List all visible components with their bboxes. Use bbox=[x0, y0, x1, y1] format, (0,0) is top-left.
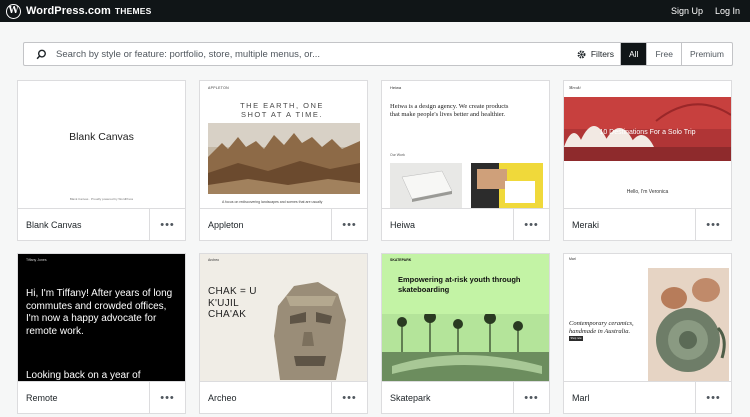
filters-button[interactable]: Filters bbox=[576, 49, 614, 60]
preview-more-text: Looking back on a year of bbox=[26, 370, 141, 381]
skatepark-image bbox=[382, 314, 549, 381]
theme-card[interactable]: Blank Canvas Blank Canvas · Proudly powe… bbox=[17, 80, 186, 241]
search-box: Filters bbox=[23, 42, 623, 66]
preview-brand: SKATEPARK bbox=[390, 258, 412, 262]
theme-card[interactable]: Tiffany Jones Hi, I'm Tiffany! After yea… bbox=[17, 253, 186, 414]
more-options-button[interactable]: ••• bbox=[149, 382, 185, 413]
theme-card[interactable]: Meraki 10 Destinations For a Solo Trip H… bbox=[563, 80, 732, 241]
theme-card[interactable]: SKATEPARK Empowering at-risk youth throu… bbox=[381, 253, 550, 414]
theme-name: Blank Canvas bbox=[26, 219, 82, 230]
theme-name: Appleton bbox=[208, 219, 244, 230]
preview-shop-button: Shop now bbox=[569, 336, 583, 341]
theme-card[interactable]: Heiwa Heiwa is a design agency. We creat… bbox=[381, 80, 550, 241]
theme-preview[interactable]: SKATEPARK Empowering at-risk youth throu… bbox=[382, 254, 549, 381]
search-row: Filters All Free Premium bbox=[17, 42, 735, 66]
more-options-button[interactable]: ••• bbox=[513, 209, 549, 240]
preview-caption: A focus on rediscovering landscapes and … bbox=[222, 200, 323, 204]
preview-title: 10 Destinations For a Solo Trip bbox=[599, 129, 696, 136]
preview-title: Contemporary ceramics, handmade in Austr… bbox=[569, 320, 634, 335]
theme-card[interactable]: Marl Contemporary ceramics, handmade in … bbox=[563, 253, 732, 414]
portfolio-image-book bbox=[390, 163, 462, 208]
preview-section: Our Work bbox=[390, 153, 405, 157]
preview-title: Empowering at-risk youth through skatebo… bbox=[398, 275, 521, 294]
theme-name: Archeo bbox=[208, 392, 237, 403]
theme-name: Remote bbox=[26, 392, 58, 403]
desert-landscape-image bbox=[208, 123, 360, 194]
theme-preview[interactable]: Archeo CHAK = U K'UJIL CHA'AK bbox=[200, 254, 367, 381]
more-options-button[interactable]: ••• bbox=[513, 382, 549, 413]
theme-preview[interactable]: Tiffany Jones Hi, I'm Tiffany! After yea… bbox=[18, 254, 185, 381]
portfolio-image-yellow bbox=[471, 163, 543, 208]
stone-sculpture-image bbox=[274, 282, 346, 380]
theme-name: Marl bbox=[572, 392, 590, 403]
preview-brand: Meraki bbox=[569, 85, 581, 90]
preview-title: Hi, I'm Tiffany! After years of long com… bbox=[26, 288, 173, 337]
preview-title: Blank Canvas bbox=[69, 131, 134, 143]
ceramics-image bbox=[648, 268, 729, 381]
preview-brand: Heiwa bbox=[390, 85, 402, 90]
theme-name: Heiwa bbox=[390, 219, 416, 230]
preview-brand: Marl bbox=[569, 257, 576, 261]
preview-title: Heiwa is a design agency. We create prod… bbox=[390, 103, 509, 118]
theme-name: Meraki bbox=[572, 219, 600, 230]
theme-preview[interactable]: Marl Contemporary ceramics, handmade in … bbox=[564, 254, 731, 381]
more-options-button[interactable]: ••• bbox=[695, 382, 731, 413]
more-options-button[interactable]: ••• bbox=[695, 209, 731, 240]
preview-subtitle: Hello, I'm Veronica bbox=[626, 189, 669, 195]
pricing-segment: All Free Premium bbox=[620, 42, 733, 66]
theme-preview[interactable]: Heiwa Heiwa is a design agency. We creat… bbox=[382, 81, 549, 208]
theme-card[interactable]: APPLETON THE EARTH, ONE SHOT AT A TIME. … bbox=[199, 80, 368, 241]
segment-premium[interactable]: Premium bbox=[680, 43, 732, 65]
brand-section: THEMES bbox=[114, 6, 152, 16]
more-options-button[interactable]: ••• bbox=[331, 382, 367, 413]
theme-preview[interactable]: APPLETON THE EARTH, ONE SHOT AT A TIME. … bbox=[200, 81, 367, 208]
theme-preview[interactable]: Blank Canvas Blank Canvas · Proudly powe… bbox=[18, 81, 185, 208]
theme-preview[interactable]: Meraki 10 Destinations For a Solo Trip H… bbox=[564, 81, 731, 208]
wordpress-logo-icon: W bbox=[6, 3, 21, 19]
theme-card[interactable]: Archeo CHAK = U K'UJIL CHA'AK Archeo ••• bbox=[199, 253, 368, 414]
preview-footer: Blank Canvas · Proudly powered by WordPr… bbox=[69, 197, 134, 201]
preview-brand: APPLETON bbox=[208, 86, 230, 90]
theme-name: Skatepark bbox=[390, 392, 431, 403]
more-options-button[interactable]: ••• bbox=[149, 209, 185, 240]
preview-title: CHAK = U K'UJIL CHA'AK bbox=[208, 286, 257, 320]
brand-name: WordPress.com bbox=[26, 5, 111, 17]
preview-brand: Archeo bbox=[208, 258, 220, 262]
preview-brand: Tiffany Jones bbox=[26, 258, 47, 262]
signup-link[interactable]: Sign Up bbox=[671, 6, 703, 16]
segment-free[interactable]: Free bbox=[646, 43, 680, 65]
more-options-button[interactable]: ••• bbox=[331, 209, 367, 240]
preview-title: THE EARTH, ONE SHOT AT A TIME. bbox=[240, 101, 324, 120]
search-icon[interactable] bbox=[32, 45, 50, 63]
search-input[interactable] bbox=[56, 48, 576, 60]
segment-all[interactable]: All bbox=[621, 43, 647, 65]
top-bar: W WordPress.com THEMES Sign Up Log In bbox=[0, 0, 750, 22]
brand-logo-link[interactable]: W WordPress.com THEMES bbox=[6, 0, 151, 22]
login-link[interactable]: Log In bbox=[715, 6, 740, 16]
gear-icon bbox=[577, 50, 586, 58]
filters-label: Filters bbox=[590, 49, 614, 59]
